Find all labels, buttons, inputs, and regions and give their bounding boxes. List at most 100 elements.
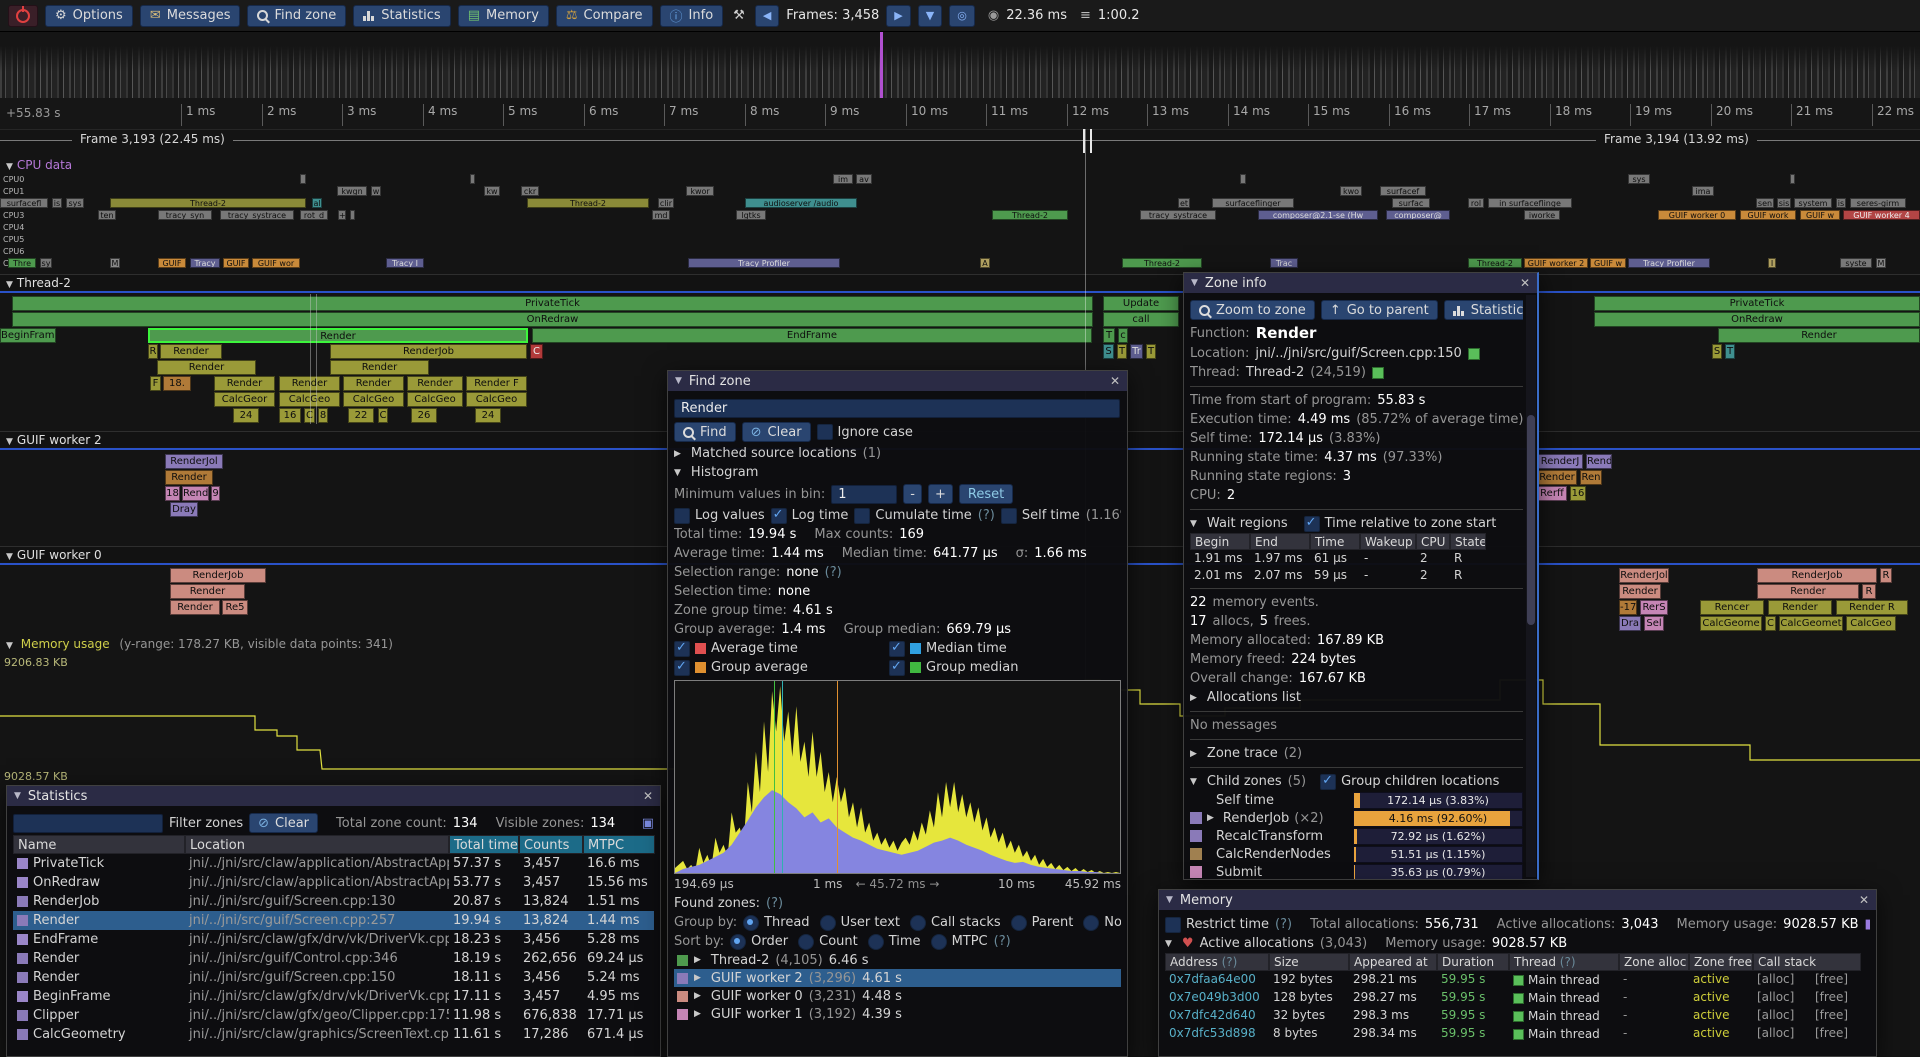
cpu-zone[interactable]: GUIF wor (252, 258, 300, 268)
info-button[interactable]: ⓘInfo (660, 5, 724, 27)
timeline-zone[interactable]: Render (1619, 584, 1661, 599)
cpu-zone[interactable]: Trac (1270, 258, 1298, 268)
find-zone-titlebar[interactable]: ▼ Find zone ✕ (668, 371, 1127, 391)
help-marker[interactable]: (?) (978, 508, 995, 523)
legend-checkbox[interactable]: Group average (674, 658, 889, 677)
timeline-zone[interactable]: T (1725, 344, 1735, 359)
timeline-zone[interactable]: C (378, 408, 388, 423)
timeline-zone[interactable]: S (1103, 344, 1114, 359)
column-header-duration[interactable]: Duration (1437, 953, 1509, 971)
timeline-zone[interactable]: R (1880, 568, 1892, 583)
table-row[interactable]: CalcGeometry jni/../jni/src/claw/graphic… (13, 1025, 654, 1044)
help-marker[interactable]: (?) (994, 934, 1011, 949)
cpu-zone[interactable]: im (833, 174, 853, 184)
cpu-zone[interactable]: seres-girm (1850, 198, 1906, 208)
timeline-zone[interactable]: Sel (1644, 616, 1664, 631)
cpu-zone[interactable]: GUIF worker 4 (1843, 210, 1920, 220)
group-by-option[interactable]: Parent (1011, 915, 1074, 931)
cpu-zone[interactable]: GUIF worker 2 (1524, 258, 1588, 268)
timeline-zone[interactable]: 24 (475, 408, 501, 423)
view-options-icon[interactable]: ▣ (642, 816, 654, 831)
group-by-option[interactable]: User text (820, 915, 900, 931)
prev-frame-button[interactable]: ◀ (755, 5, 779, 27)
timeline-zone[interactable]: Dray (170, 502, 198, 517)
table-row[interactable]: RenderJob jni/../jni/src/guif/Screen.cpp… (13, 892, 654, 911)
cpu-zone[interactable]: GUIF (223, 258, 249, 268)
allocation-row[interactable]: 0x7dfaa64e00 192 bytes 298.21 ms 59.95 s… (1165, 971, 1870, 989)
column-header-state[interactable]: State (1450, 533, 1486, 550)
cpu-zone[interactable]: tracy_syn (158, 210, 212, 220)
timeline-zone[interactable]: T (1103, 328, 1115, 343)
timeline-zone[interactable]: RenderJol (1619, 568, 1669, 583)
cpu-zone[interactable]: kwgn (337, 186, 367, 196)
cpu-zone[interactable]: GUIF w (1590, 258, 1626, 268)
timeline-zone[interactable]: RenderJol (165, 454, 223, 469)
cpu-zone[interactable]: composer@2.1-se (Hw (1258, 210, 1378, 220)
timeline-zone[interactable]: Rend (182, 486, 209, 501)
cpu-zone[interactable]: surfac (1392, 198, 1430, 208)
legend-checkbox[interactable]: Median time (889, 639, 1104, 658)
frame-overview-graph[interactable] (0, 32, 1920, 99)
timeline-zone[interactable]: Re5 (222, 600, 248, 615)
histogram-plot[interactable] (674, 680, 1121, 874)
cpu-zone[interactable]: Tracy (190, 258, 220, 268)
scrollbar-thumb[interactable] (1527, 415, 1535, 625)
column-header-begin[interactable]: Begin (1190, 533, 1250, 550)
cpu-zone[interactable]: Thread-2 (110, 198, 306, 208)
table-row[interactable]: OnRedraw jni/../jni/src/claw/application… (13, 873, 654, 892)
go-to-parent-button[interactable]: ↑Go to parent (1321, 300, 1438, 320)
timeline-zone[interactable]: RenderJ (1537, 454, 1583, 469)
collapse-icon[interactable]: ▼ (6, 162, 13, 172)
cpu-zone[interactable]: kw (484, 186, 500, 196)
scrollbar[interactable] (1526, 295, 1536, 877)
cpu-zone[interactable]: surfacef (1380, 186, 1426, 196)
column-header-name[interactable]: Name (13, 835, 185, 854)
wait-regions-toggle[interactable]: ▼Wait regions Time relative to zone star… (1190, 514, 1523, 533)
timeline-zone[interactable]: Update (1103, 296, 1179, 311)
cpu-zone[interactable]: tracy_systrace (1140, 210, 1216, 220)
cpu-zone[interactable]: ten (98, 210, 116, 220)
column-header-call-stack[interactable]: Call stack (1753, 953, 1861, 971)
cpu-zone[interactable]: I (1768, 258, 1776, 268)
memory-titlebar[interactable]: ▼ Memory ✕ (1159, 890, 1876, 910)
cpu-zone[interactable]: system (1794, 198, 1832, 208)
timeline-zone[interactable]: Render (1757, 584, 1859, 599)
find-zone-button[interactable]: Find zone (247, 5, 346, 27)
log-time-checkbox[interactable]: Log time (771, 508, 849, 524)
timeline-zone[interactable]: BeginFrame (0, 328, 56, 343)
timeline-zone[interactable]: call (1103, 312, 1179, 327)
cpu-zone[interactable]: Tracy I (386, 258, 424, 268)
timeline-zone[interactable]: Render (148, 328, 528, 343)
close-icon[interactable]: ✕ (643, 789, 653, 803)
cpu-zone[interactable]: Thread-2 (527, 198, 649, 208)
search-input[interactable] (674, 399, 1120, 418)
help-marker[interactable]: (?) (1275, 917, 1292, 932)
cpu-zone[interactable]: GUIF w (1800, 210, 1840, 220)
timeline-zone[interactable]: CalcGeor (214, 392, 275, 407)
table-row[interactable]: BeginFrame jni/../jni/src/claw/gfx/drv/v… (13, 987, 654, 1006)
cpu-zone[interactable]: Thre (8, 258, 36, 268)
group-children-checkbox[interactable]: Group children locations (1320, 774, 1499, 790)
timeline-zone[interactable]: 22 (348, 408, 374, 423)
cpu-zone[interactable]: av (856, 174, 872, 184)
decrement-button[interactable]: - (903, 484, 922, 504)
timeline-zone[interactable]: CalcGeo (407, 392, 463, 407)
cpu-zone[interactable]: surfacefl (0, 198, 48, 208)
clear-button[interactable]: ⊘Clear (742, 422, 811, 442)
timeline-zone[interactable]: 16 (279, 408, 301, 423)
compare-button[interactable]: ⚖Compare (556, 5, 653, 27)
zone-group-row[interactable]: ▶ GUIF worker 1 (3,192) 4.39 s (674, 1005, 1121, 1023)
zone-group-row[interactable]: ▶ GUIF worker 0 (3,231) 4.48 s (674, 987, 1121, 1005)
child-zone-row[interactable]: Self time 172.14 μs (3.83%) (1190, 791, 1523, 809)
timeline-zone[interactable]: Tr (1130, 344, 1143, 359)
statistics-button[interactable]: Statistics (353, 5, 450, 27)
column-header-location[interactable]: Location (185, 835, 449, 854)
column-header-appeared[interactable]: Appeared at (1349, 953, 1437, 971)
expand-icon[interactable]: ▶ (694, 1009, 701, 1019)
timeline-zone[interactable]: c (1118, 328, 1128, 343)
allocation-row[interactable]: 0x7e049b3d00 128 bytes 298.27 ms 59.95 s… (1165, 989, 1870, 1007)
group-by-option[interactable]: Thread (743, 915, 809, 931)
cpu-zone[interactable]: GUIF (158, 258, 186, 268)
collapse-icon[interactable]: ▼ (6, 280, 13, 290)
column-header-wakeup[interactable]: Wakeup (1360, 533, 1416, 550)
